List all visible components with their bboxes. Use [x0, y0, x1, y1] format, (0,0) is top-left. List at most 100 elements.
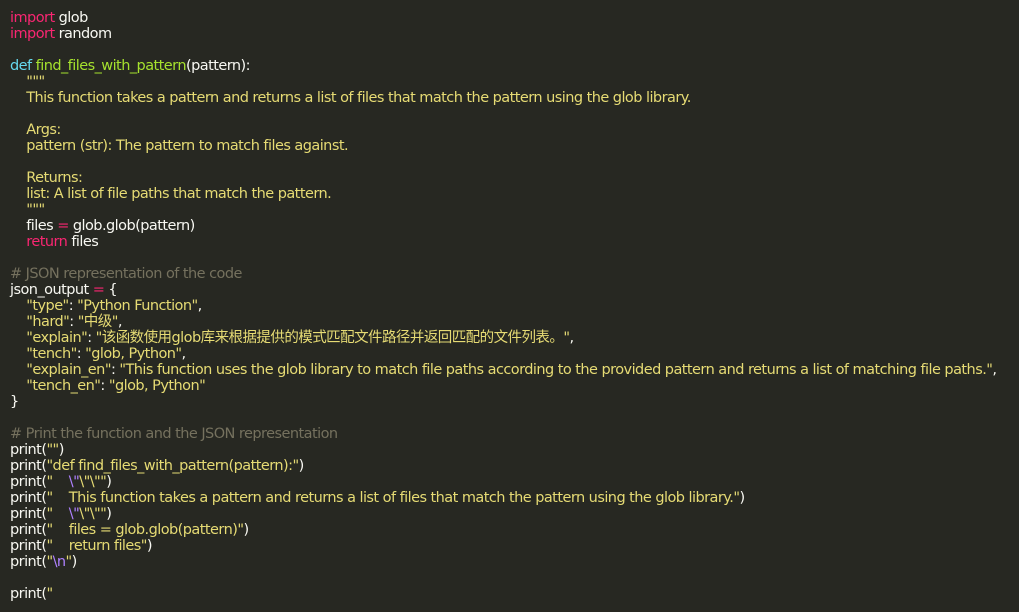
code-line: print("def find_files_with_pattern(patte…	[10, 458, 1019, 474]
code-token-plain: :	[100, 378, 109, 394]
code-token-plain: )	[243, 522, 249, 538]
code-token-string: "hard"	[26, 314, 70, 330]
code-token-plain: :	[69, 314, 78, 330]
code-token-plain: print(	[10, 554, 47, 570]
code-token-plain: )	[146, 538, 153, 554]
code-token-plain: }	[10, 394, 19, 410]
code-token-string: " This function takes a pattern and retu…	[46, 490, 740, 506]
code-line: This function takes a pattern and return…	[10, 90, 1019, 106]
code-token-plain: ,	[197, 298, 203, 314]
code-line: "explain": "该函数使用glob库来根据提供的模式匹配文件路径并返回匹…	[10, 330, 1019, 346]
code-token-keyword: return	[26, 234, 68, 250]
code-line: "hard": "中级",	[10, 314, 1019, 330]
code-token-string: ""	[46, 442, 59, 458]
code-token-def: def	[10, 58, 32, 74]
code-token-string: "该函数使用glob库来根据提供的模式匹配文件路径并返回匹配的文件列表。"	[95, 330, 570, 346]
code-line: list: A list of file paths that match th…	[10, 186, 1019, 202]
code-line: print("	[10, 586, 1019, 602]
code-line: "tench_en": "glob, Python"	[10, 378, 1019, 394]
code-token-string: " return files"	[46, 538, 147, 554]
code-line: """	[10, 202, 1019, 218]
code-token-escape: \"	[68, 474, 80, 490]
code-token-operator: =	[57, 218, 69, 234]
code-token-plain: print(	[10, 474, 47, 490]
code-line: print("")	[10, 442, 1019, 458]
code-token-plain: )	[106, 474, 112, 490]
code-token-plain: :	[87, 330, 96, 346]
code-line: "explain_en": "This function uses the gl…	[10, 362, 1019, 378]
code-line: pattern (str): The pattern to match file…	[10, 138, 1019, 154]
code-token-string: """	[10, 202, 45, 218]
code-token-plain: :	[76, 346, 86, 362]
code-token-string: "	[46, 474, 69, 490]
code-token-comment: # JSON representation of the code	[10, 266, 242, 282]
code-token-string: "tench"	[26, 346, 77, 362]
code-token-string: list: A list of file paths that match th…	[10, 186, 332, 202]
code-token-func: find_files_with_pattern	[35, 58, 187, 74]
code-token-plain: print(	[10, 522, 47, 538]
code-token-string: "glob, Python"	[108, 378, 206, 394]
code-token-plain: )	[739, 490, 745, 506]
code-line: print(" This function takes a pattern an…	[10, 490, 1019, 506]
code-token-string: "type"	[26, 298, 69, 314]
code-editor[interactable]: import glob import random def find_files_w…	[0, 0, 1019, 612]
code-token-string: This function takes a pattern and return…	[10, 90, 691, 106]
code-token-plain: )	[106, 506, 112, 522]
code-token-string: "tench_en"	[26, 378, 101, 394]
code-token-plain: print(	[10, 538, 47, 554]
code-token-plain: ,	[181, 346, 187, 362]
code-token-string: pattern (str): The pattern to match file…	[10, 138, 349, 154]
code-token-plain: print(	[10, 586, 47, 602]
code-line: import glob	[10, 10, 1019, 26]
code-token-string: "def find_files_with_pattern(pattern):"	[46, 458, 299, 474]
code-token-string: "explain"	[26, 330, 88, 346]
code-token-plain: ,	[117, 314, 123, 330]
code-token-string: Returns:	[10, 170, 83, 186]
code-line: "type": "Python Function",	[10, 298, 1019, 314]
code-token-string: Args:	[10, 122, 61, 138]
code-token-plain: )	[71, 554, 78, 570]
code-token-keyword: import	[10, 26, 55, 42]
code-token-plain: )	[58, 442, 65, 458]
code-line: json_output = {	[10, 282, 1019, 298]
code-token-plain: json_output	[10, 282, 93, 298]
code-line: import random	[10, 26, 1019, 42]
code-line: Args:	[10, 122, 1019, 138]
code-token-plain: print(	[10, 490, 47, 506]
code-token-string: """	[10, 74, 45, 90]
code-token-plain: )	[298, 458, 305, 474]
code-line: """	[10, 74, 1019, 90]
code-token-plain: random	[54, 26, 113, 42]
code-line: return files	[10, 234, 1019, 250]
code-line: print(" return files")	[10, 538, 1019, 554]
code-token-plain: print(	[10, 506, 47, 522]
code-token-string: "	[46, 586, 53, 602]
code-token-escape: \"	[68, 506, 80, 522]
code-token-plain: (pattern):	[185, 58, 251, 74]
code-token-plain: ,	[569, 330, 574, 346]
code-line: }	[10, 394, 1019, 410]
code-token-string: "explain_en"	[26, 362, 111, 378]
code-token-plain: files	[10, 218, 58, 234]
code-token-plain: glob.glob(pattern)	[68, 218, 195, 234]
code-line: files = glob.glob(pattern)	[10, 218, 1019, 234]
code-token-escape: \n	[52, 554, 67, 570]
code-line: # Print the function and the JSON repres…	[10, 426, 1019, 442]
code-token-string: "	[46, 506, 69, 522]
code-token-string: "中级"	[77, 314, 119, 330]
code-token-string: "glob, Python"	[85, 346, 182, 362]
code-token-plain: ,	[992, 362, 997, 378]
code-token-plain: {	[104, 282, 118, 298]
code-token-plain: print(	[10, 458, 47, 474]
